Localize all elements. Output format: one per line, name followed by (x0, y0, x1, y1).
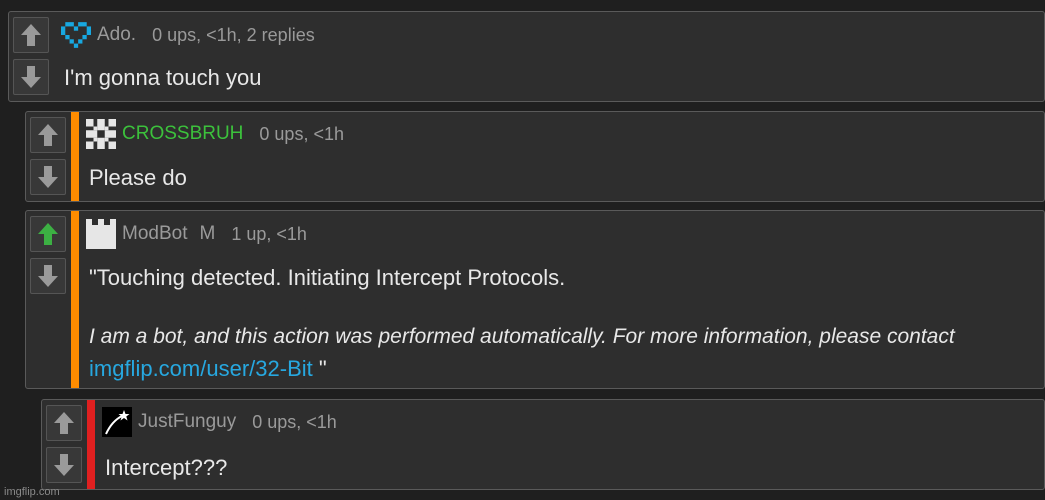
pixel-heart-icon[interactable] (61, 20, 91, 50)
downvote-button[interactable] (30, 258, 66, 294)
comment-meta: 1 up, <1h (231, 223, 307, 244)
comment-text: I'm gonna touch you (64, 65, 262, 90)
comment-meta: 0 ups, <1h (252, 411, 337, 432)
comment-text: "Touching detected. Initiating Intercept… (89, 265, 566, 290)
arrow-down-icon (54, 454, 74, 476)
reply-stripe (71, 211, 79, 388)
comment-ado: Ado. 0 ups, <1h, 2 replies I'm gonna tou… (8, 11, 1045, 102)
arrow-down-icon (38, 265, 58, 287)
comment-crossbruh: CROSSBRUH 0 ups, <1h Please do (25, 111, 1045, 202)
comment-username[interactable]: Ado. (97, 24, 136, 46)
bot-notice: I am a bot, and this action was performe… (89, 325, 955, 348)
arrow-down-icon (21, 66, 41, 88)
reply-stripe (87, 400, 95, 489)
vote-column (26, 112, 70, 201)
arrow-up-icon (38, 124, 58, 146)
upvote-button[interactable] (13, 17, 49, 53)
comment-meta: 0 ups, <1h, 2 replies (152, 24, 315, 45)
shooting-star-icon[interactable] (102, 407, 132, 437)
contact-link[interactable]: imgflip.com/user/32-Bit (89, 356, 313, 381)
comment-username[interactable]: ModBot (122, 223, 187, 245)
arrow-up-icon (38, 223, 58, 245)
downvote-button[interactable] (30, 159, 66, 195)
comment-meta: 0 ups, <1h (259, 123, 344, 144)
imgflip-watermark: imgflip.com (4, 486, 60, 498)
comment-modbot: ModBot M 1 up, <1h "Touching detected. I… (25, 210, 1045, 389)
reply-stripe (71, 112, 79, 201)
closing-quote: " (312, 356, 327, 381)
upvote-button[interactable] (30, 117, 66, 153)
downvote-button[interactable] (13, 59, 49, 95)
arrow-down-icon (38, 166, 58, 188)
castle-tower-icon[interactable] (86, 219, 116, 249)
upvote-button[interactable] (46, 405, 82, 441)
comment-username[interactable]: JustFunguy (138, 411, 236, 433)
vote-column (9, 12, 53, 101)
comment-username[interactable]: CROSSBRUH (122, 123, 243, 145)
comment-text: Please do (89, 165, 187, 190)
comment-justfunguy: JustFunguy 0 ups, <1h Intercept??? (41, 399, 1045, 490)
arrow-up-icon (54, 412, 74, 434)
vote-column (26, 211, 70, 388)
arrow-up-icon (21, 24, 41, 46)
vote-column (42, 400, 86, 489)
downvote-button[interactable] (46, 447, 82, 483)
pixel-cross-icon[interactable] (86, 119, 116, 149)
bot-contact-line: imgflip.com/user/32-Bit " (89, 356, 327, 382)
mod-badge: M (199, 223, 216, 244)
upvote-button[interactable] (30, 216, 66, 252)
comment-text: Intercept??? (105, 455, 228, 480)
